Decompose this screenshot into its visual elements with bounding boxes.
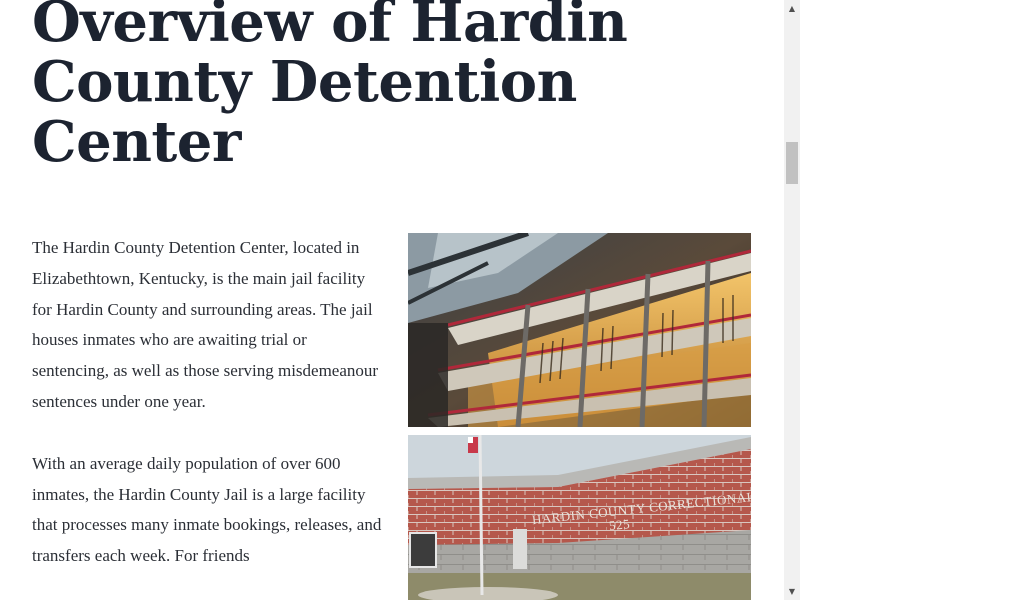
scrollbar-thumb[interactable] [786,142,798,184]
scroll-down-arrow-icon[interactable]: ▼ [784,583,800,600]
content-viewport[interactable]: Overview of Hardin County Detention Cent… [0,0,784,600]
vertical-scrollbar[interactable]: ▲ ▼ [784,0,800,600]
article-paragraph-2: With an average daily population of over… [32,453,382,566]
article-body: The Hardin County Detention Center, loca… [32,233,384,600]
correctional-facility-exterior-photo: HARDIN COUNTY CORRECTIONAL FACILITY 525 [408,435,751,600]
cellblock-photo [408,233,751,427]
empty-margin [800,0,1024,600]
facility-exterior-photo: HARDIN COUNTY CORRECTIONAL FACILITY 525 [408,435,751,600]
article-paragraph-1: The Hardin County Detention Center, loca… [32,238,379,411]
jail-cellblock-photo [408,233,751,427]
facility-sign-number: 525 [608,516,630,533]
page-title: Overview of Hardin County Detention Cent… [32,0,628,175]
scroll-up-arrow-icon[interactable]: ▲ [784,0,800,17]
